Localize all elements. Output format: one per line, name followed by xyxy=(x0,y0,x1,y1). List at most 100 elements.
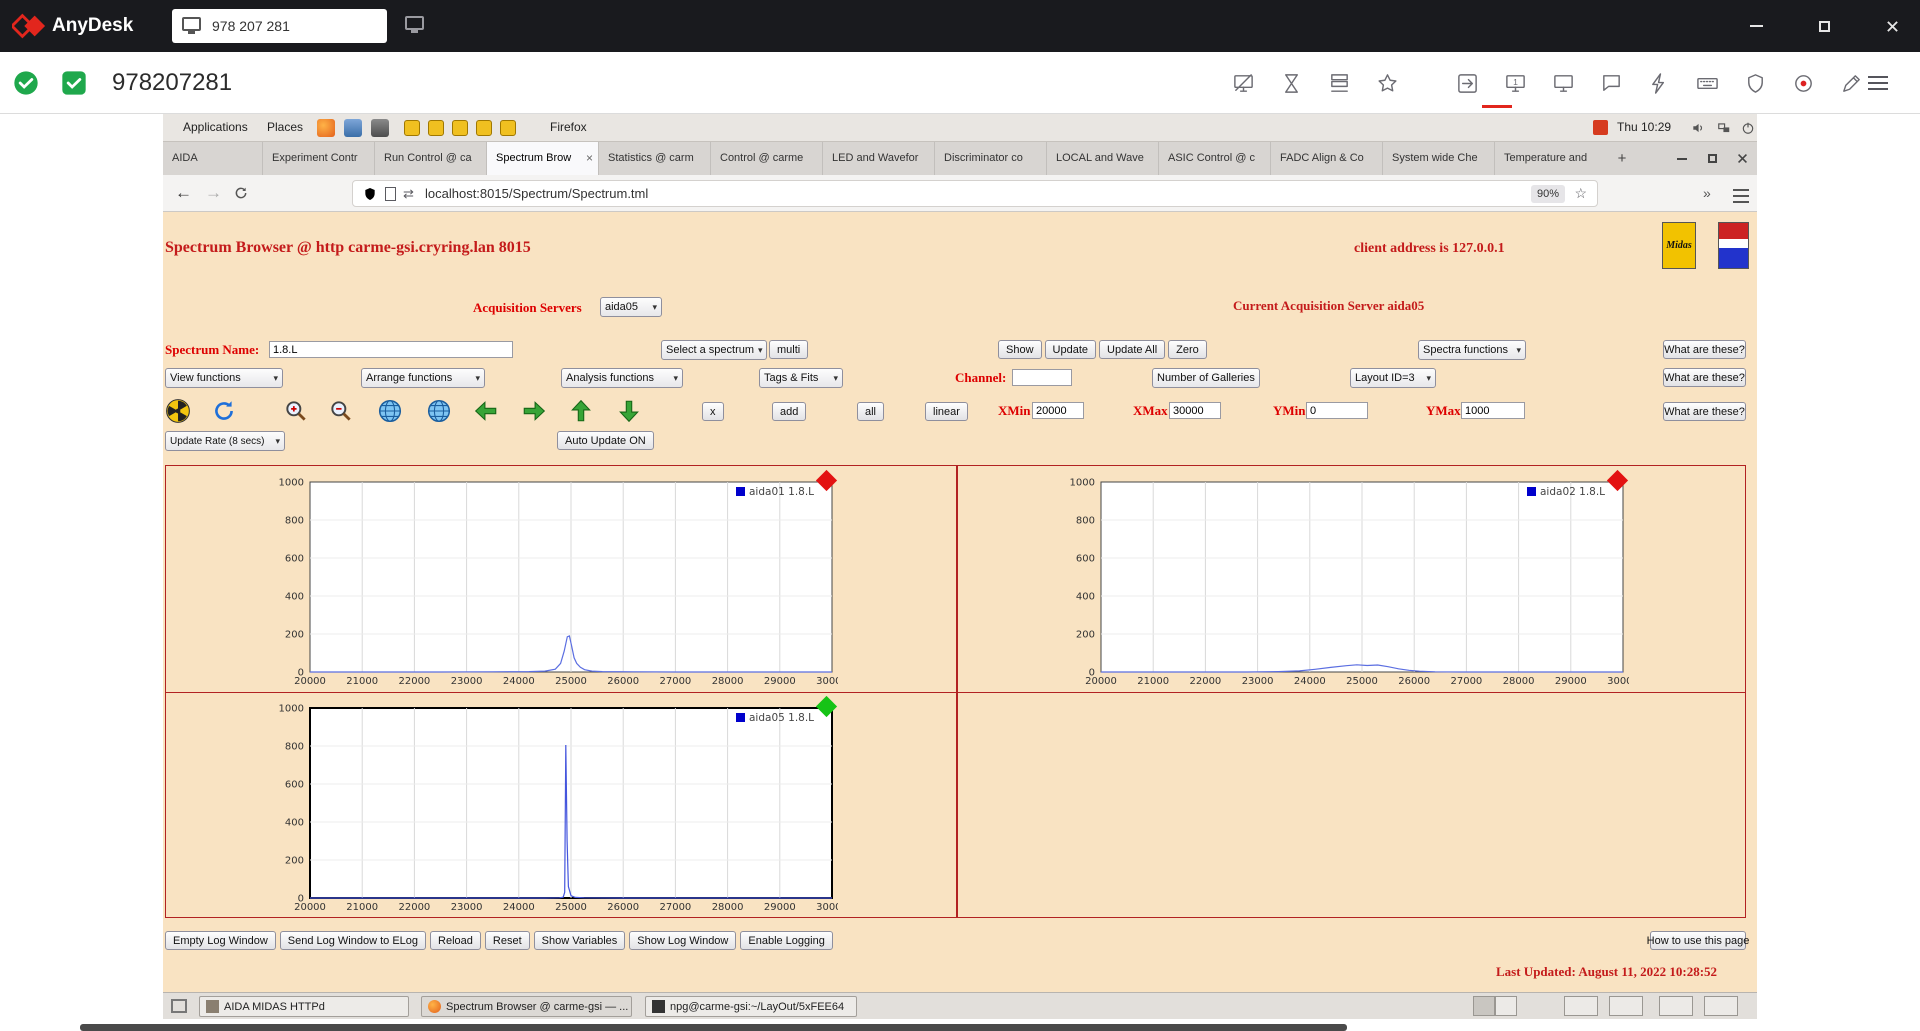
reload-button[interactable]: Reload xyxy=(430,931,481,950)
workspace-pager-cell-active[interactable] xyxy=(1473,996,1495,1016)
url-bar[interactable]: ⇄ localhost:8015/Spectrum/Spectrum.tml 9… xyxy=(352,180,1598,207)
whiteboard-icon[interactable] xyxy=(1836,68,1866,98)
actions-icon[interactable] xyxy=(1644,68,1674,98)
arrow-right-icon[interactable] xyxy=(521,398,547,424)
terminal-launcher-icon[interactable] xyxy=(371,119,389,137)
tab-aida[interactable]: AIDA xyxy=(163,142,263,175)
workspace-pager-cell[interactable] xyxy=(1495,996,1517,1016)
multi-button[interactable]: multi xyxy=(769,340,808,359)
spectrum-chart-aida05[interactable]: 2000021000220002300024000250002600027000… xyxy=(258,700,838,914)
taskbar-window-terminal[interactable]: npg@carme-gsi:~/LayOut/5xFEE64 xyxy=(645,996,857,1017)
xmax-input[interactable] xyxy=(1169,402,1221,419)
midas-launcher-icon-1[interactable] xyxy=(404,120,420,136)
taskbar-window-spectrum-browser[interactable]: Spectrum Browser @ carme-gsi — ... xyxy=(421,996,632,1017)
monitor-1-icon[interactable]: 1 xyxy=(1500,68,1530,98)
galleries-select[interactable]: Number of Galleries ▾ xyxy=(1152,368,1260,388)
gallery-cell-2[interactable]: 2000021000220002300024000250002600027000… xyxy=(958,466,1747,692)
firefox-close-button[interactable] xyxy=(1727,142,1757,175)
taskbar-window-midas-httpd[interactable]: AIDA MIDAS HTTPd xyxy=(199,996,409,1017)
zero-button[interactable]: Zero xyxy=(1168,340,1207,359)
firefox-launcher-icon[interactable] xyxy=(317,119,335,137)
tab-close-icon[interactable]: × xyxy=(586,142,593,175)
send-log-to-elog-button[interactable]: Send Log Window to ELog xyxy=(280,931,426,950)
file-transfer-icon[interactable] xyxy=(1452,68,1482,98)
toolbar-menu-icon[interactable] xyxy=(1868,76,1888,90)
places-menu[interactable]: Places xyxy=(263,114,307,141)
back-icon[interactable]: ← xyxy=(175,175,192,211)
switch-tab-icon[interactable]: ⇄ xyxy=(403,181,414,206)
window-minimize-button[interactable] xyxy=(1733,0,1779,52)
update-rate-select[interactable]: Update Rate (8 secs) ▾ xyxy=(165,431,285,451)
globe-shrink-icon[interactable] xyxy=(426,398,452,424)
tab-spectrum-browser[interactable]: Spectrum Brow × xyxy=(487,142,599,175)
zoom-in-icon[interactable] xyxy=(283,398,309,424)
what-are-these-button-2[interactable]: What are these? xyxy=(1663,368,1746,387)
tab-run-control[interactable]: Run Control @ ca xyxy=(375,142,487,175)
spectrum-chart-aida01[interactable]: 2000021000220002300024000250002600027000… xyxy=(258,474,838,688)
tab-system-check[interactable]: System wide Che xyxy=(1383,142,1495,175)
reload-icon[interactable] xyxy=(233,185,249,201)
tray-applet-2[interactable] xyxy=(1609,996,1643,1016)
tab-led-waveform[interactable]: LED and Wavefor xyxy=(823,142,935,175)
what-are-these-button-3[interactable]: What are these? xyxy=(1663,402,1746,421)
show-log-window-button[interactable]: Show Log Window xyxy=(629,931,736,950)
channel-input[interactable] xyxy=(1012,369,1072,386)
xmin-input[interactable] xyxy=(1032,402,1084,419)
gallery-cell-3[interactable]: 2000021000220002300024000250002600027000… xyxy=(166,693,956,919)
keyboard-icon[interactable] xyxy=(1692,68,1722,98)
new-monitor-icon[interactable] xyxy=(1548,68,1578,98)
new-tab-button[interactable]: + xyxy=(1607,142,1637,175)
chat-icon[interactable] xyxy=(1596,68,1626,98)
tab-control[interactable]: Control @ carme xyxy=(711,142,823,175)
tray-applet-4[interactable] xyxy=(1704,996,1738,1016)
tags-fits-select[interactable]: Tags & Fits ▾ xyxy=(759,368,843,388)
acquisition-server-select[interactable]: aida05 ▾ xyxy=(600,297,662,317)
update-all-button[interactable]: Update All xyxy=(1099,340,1165,359)
show-button[interactable]: Show xyxy=(998,340,1042,359)
arrange-functions-select[interactable]: Arrange functions ▾ xyxy=(361,368,485,388)
firefox-minimize-button[interactable] xyxy=(1667,142,1697,175)
select-spectrum-select[interactable]: Select a spectrum ▾ xyxy=(661,340,767,360)
firefox-menu-icon[interactable] xyxy=(1733,189,1749,203)
arrow-up-icon[interactable] xyxy=(568,398,594,424)
spectrum-name-input[interactable] xyxy=(269,341,513,358)
panel-clock[interactable]: Thu 10:29 xyxy=(1617,114,1671,141)
view-functions-select[interactable]: View functions ▾ xyxy=(165,368,283,388)
gallery-cell-1[interactable]: 2000021000220002300024000250002600027000… xyxy=(166,466,956,692)
tab-fadc-align[interactable]: FADC Align & Co xyxy=(1271,142,1383,175)
permissions-icon[interactable] xyxy=(1740,68,1770,98)
update-button[interactable]: Update xyxy=(1045,340,1096,359)
auto-update-button[interactable]: Auto Update ON xyxy=(557,431,654,450)
tab-experiment-control[interactable]: Experiment Contr xyxy=(263,142,375,175)
favorites-icon[interactable] xyxy=(1372,68,1402,98)
firefox-restore-button[interactable] xyxy=(1697,142,1727,175)
network-icon[interactable] xyxy=(1717,121,1731,135)
tab-asic-control[interactable]: ASIC Control @ c xyxy=(1159,142,1271,175)
show-desktop-icon[interactable] xyxy=(171,999,187,1013)
enable-logging-button[interactable]: Enable Logging xyxy=(740,931,832,950)
new-session-tab-icon[interactable] xyxy=(405,16,424,30)
tray-applet-3[interactable] xyxy=(1659,996,1693,1016)
horizontal-scrollbar[interactable] xyxy=(80,1024,1347,1031)
arrow-down-icon[interactable] xyxy=(616,398,642,424)
gallery-cell-4-empty[interactable] xyxy=(958,693,1747,919)
arrow-left-icon[interactable] xyxy=(473,398,499,424)
tab-local-wave[interactable]: LOCAL and Wave xyxy=(1047,142,1159,175)
layout-id-select[interactable]: Layout ID=3 ▾ xyxy=(1350,368,1436,388)
file-manager-icon[interactable] xyxy=(1324,68,1354,98)
midas-launcher-icon-2[interactable] xyxy=(428,120,444,136)
tracking-shield-icon[interactable] xyxy=(362,186,378,202)
empty-log-window-button[interactable]: Empty Log Window xyxy=(165,931,276,950)
midas-launcher-icon-4[interactable] xyxy=(476,120,492,136)
forward-icon[interactable]: → xyxy=(205,175,222,211)
midas-launcher-icon-3[interactable] xyxy=(452,120,468,136)
midas-launcher-icon-5[interactable] xyxy=(500,120,516,136)
tab-statistics[interactable]: Statistics @ carm xyxy=(599,142,711,175)
power-icon[interactable] xyxy=(1741,121,1755,135)
spectrum-chart-aida02[interactable]: 2000021000220002300024000250002600027000… xyxy=(1049,474,1629,688)
page-info-icon[interactable] xyxy=(385,187,396,201)
all-button[interactable]: all xyxy=(857,402,884,421)
linear-button[interactable]: linear xyxy=(925,402,968,421)
notification-icon[interactable] xyxy=(1593,120,1608,135)
tray-applet-1[interactable] xyxy=(1564,996,1598,1016)
